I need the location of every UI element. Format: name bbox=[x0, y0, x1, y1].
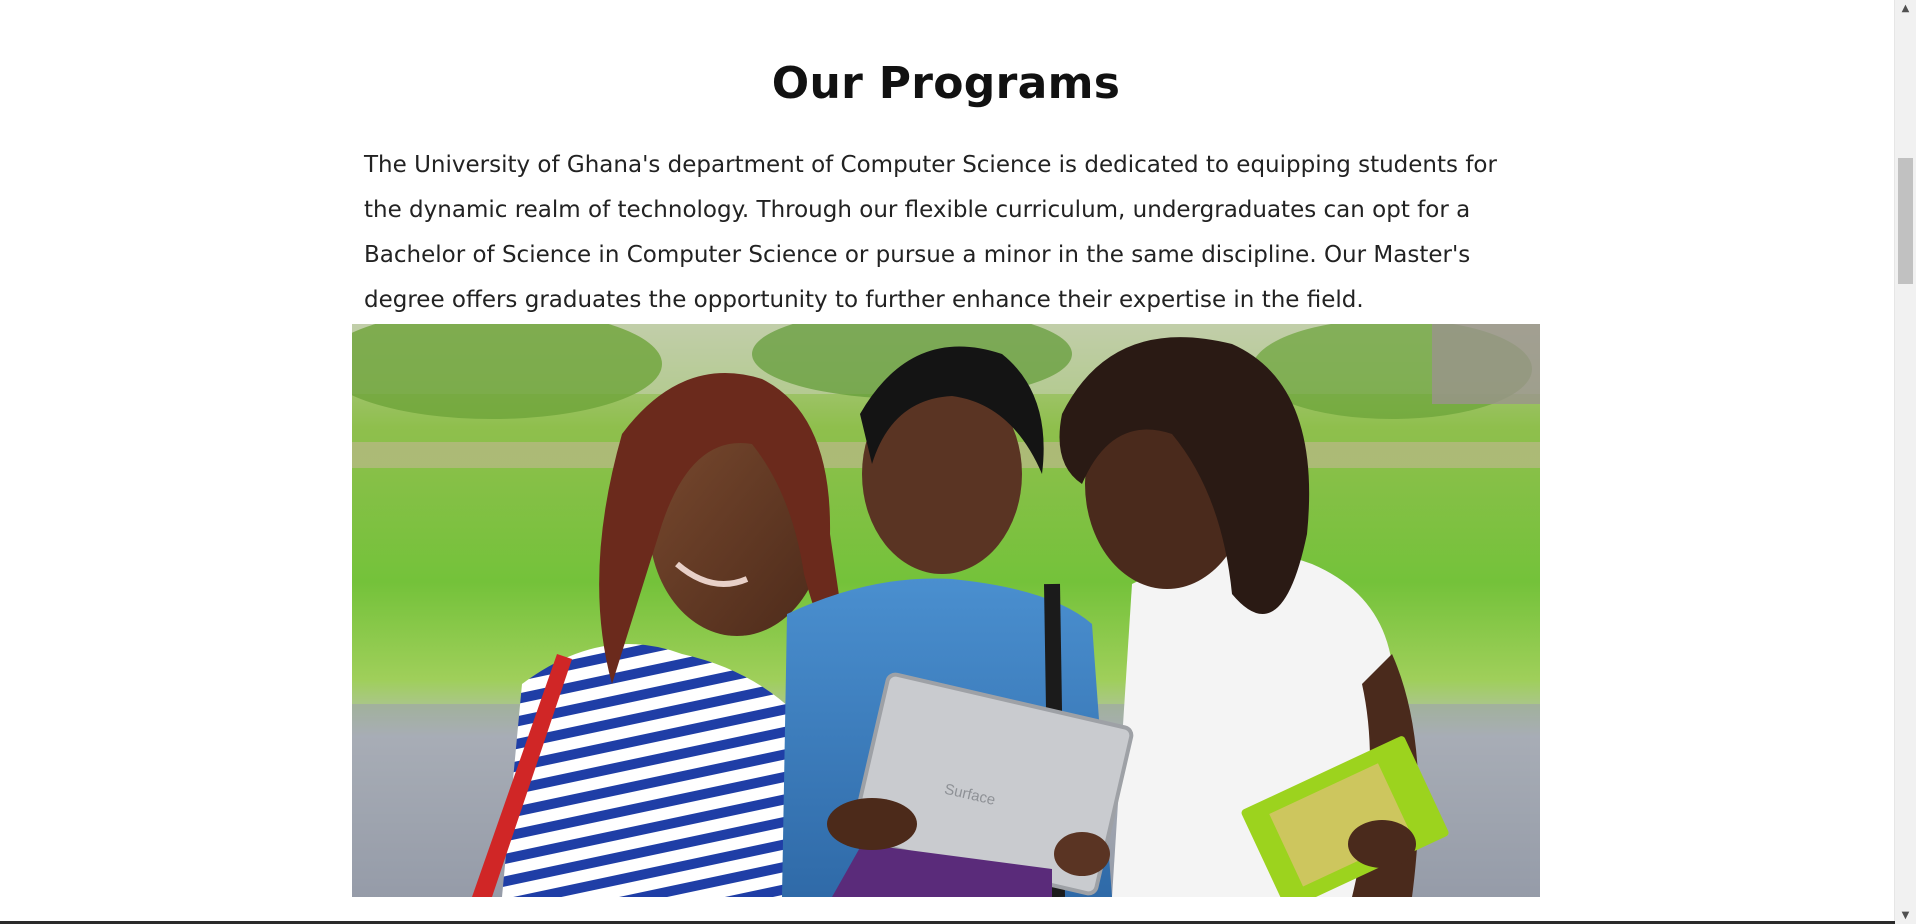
vertical-scrollbar[interactable]: ▲ ▼ bbox=[1894, 0, 1916, 924]
chevron-down-icon: ▼ bbox=[1901, 910, 1910, 921]
browser-viewport: Our Programs The University of Ghana's d… bbox=[0, 0, 1916, 924]
scroll-down-button[interactable]: ▼ bbox=[1895, 907, 1916, 924]
section-title: Our Programs bbox=[771, 58, 1121, 109]
students-photo: Surface bbox=[352, 324, 1540, 897]
chevron-up-icon: ▲ bbox=[1901, 3, 1910, 14]
programs-description: The University of Ghana's department of … bbox=[364, 152, 1497, 313]
page-content: Our Programs The University of Ghana's d… bbox=[0, 0, 1895, 924]
scrollbar-thumb[interactable] bbox=[1898, 158, 1913, 284]
scroll-up-button[interactable]: ▲ bbox=[1895, 0, 1916, 17]
